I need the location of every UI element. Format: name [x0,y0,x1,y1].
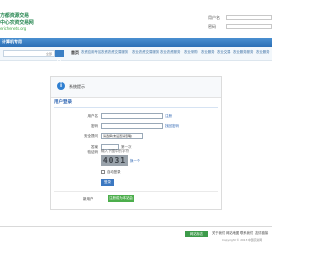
panel-title: 系统提示 [69,84,85,89]
section-divider [54,107,218,108]
register-divider [54,191,218,192]
password-input[interactable] [101,123,163,129]
username-label: 用户名 [87,114,99,118]
forgot-password-link[interactable]: 找回密码 [165,124,179,129]
register-link[interactable]: 注册 [165,114,172,119]
nav-link-2[interactable]: 农资农资交易服务 [101,50,128,54]
remember-label: 自动登录 [107,170,121,174]
top-band [0,38,272,47]
footer-badge[interactable]: 网站标志 [185,231,208,237]
remember-checkbox[interactable] [101,170,105,174]
captcha-label: 验证码 [87,150,99,154]
security-question-value: 请选择(未设置请忽略) [103,134,133,138]
nav-link-3[interactable]: 农业农资交易服务 [132,50,159,54]
security-question-select[interactable]: 请选择(未设置请忽略) [101,133,143,139]
nav-search-button[interactable] [55,50,64,64]
header-username-label: 用户名 [208,15,220,20]
nav-link-1[interactable]: 农资应用专区 [81,50,101,54]
footer-link-about[interactable]: 关于我们 [212,231,225,235]
footer-link-sitemap[interactable]: 网站地图 [226,231,239,235]
password-label: 密码 [91,124,98,128]
nav-link-7[interactable]: 农业交易 [217,50,231,54]
nav-link-8[interactable]: 农业服务服务 [233,50,253,54]
nav-home[interactable]: 首页 [71,51,79,55]
nav-search-select[interactable]: 全部 [46,52,52,56]
username-input[interactable] [101,113,163,119]
header-username-input[interactable] [226,15,272,20]
footer-divider [0,226,272,227]
login-button[interactable]: 登录 [101,179,114,186]
info-icon: i [57,82,65,90]
register-button[interactable]: 注册成为本站会员 [108,195,134,207]
captcha-image[interactable]: 4031 [101,155,128,166]
header-password-input[interactable] [226,24,272,29]
band-title: 计算机专用 [2,39,22,44]
captcha-instruction: 输入下图中的字符 [101,149,129,153]
nav-search-input[interactable]: 全部 [3,50,55,57]
nav-link-9[interactable]: 农业服务 [256,50,270,54]
footer-copyright: Copyright © 2013 [222,238,248,242]
nav-link-5[interactable]: 农业采购 [184,50,198,54]
header-password-label: 密码 [208,24,216,29]
nav-link-6[interactable]: 农业服务 [201,50,215,54]
section-title: 用户登录 [54,100,72,105]
site-logo[interactable]: 方都资源交易 中心农资交易网 erichenets.org [0,13,42,35]
logo-url: erichenets.org [0,26,27,31]
captcha-refresh-link[interactable]: 换一个 [130,159,140,163]
footer-link-friends[interactable]: 友情链接 [255,231,268,235]
footer-link-contact[interactable]: 联系我们 [240,231,253,235]
answer-label: 答案 [91,145,98,149]
search-icon [57,59,62,64]
nav-link-4[interactable]: 农业农资服务 [160,50,180,54]
new-user-label: 新用户 [83,197,94,201]
footer-site-name: 中国农资网 [248,238,262,242]
security-question-label: 安全提问 [84,134,98,138]
